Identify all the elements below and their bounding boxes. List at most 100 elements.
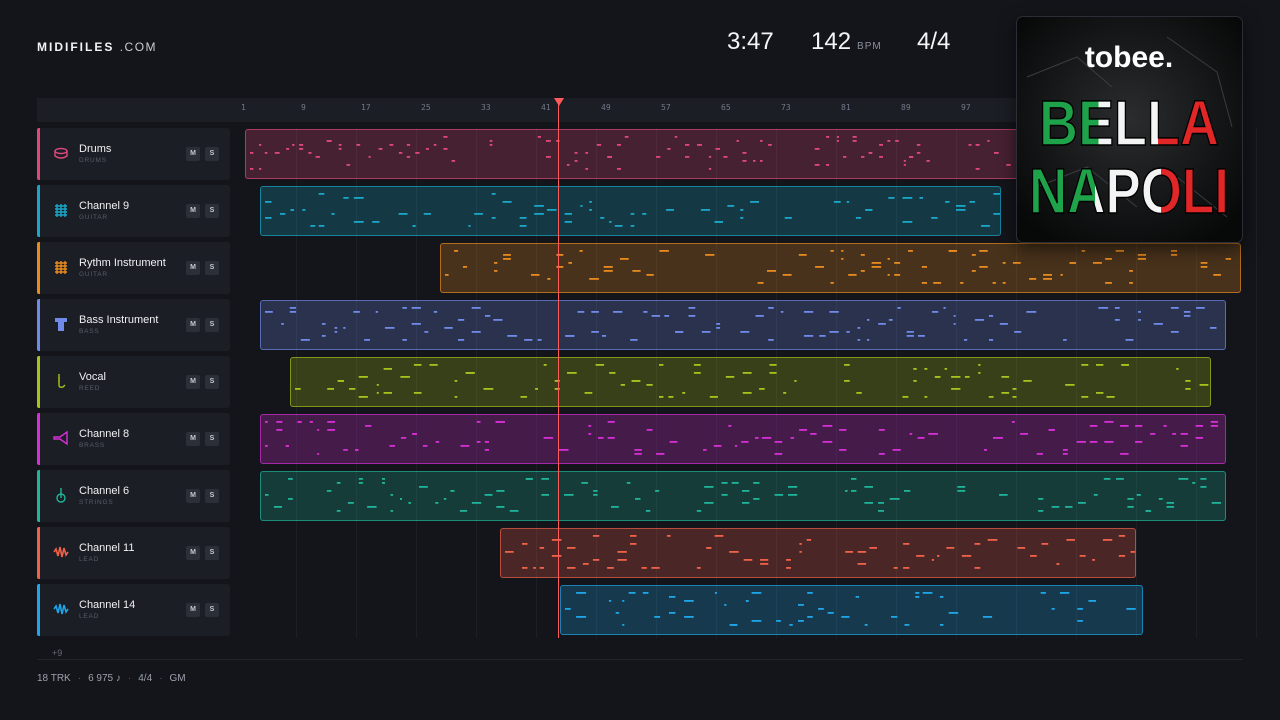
clip-notes — [505, 535, 1135, 569]
midi-clip[interactable] — [260, 471, 1226, 521]
track-header[interactable]: Rythm Instrument GUITAR M S — [37, 242, 230, 294]
footer-meter: 4/4 — [138, 673, 153, 684]
grid-line — [1256, 128, 1257, 638]
track-color-stripe — [37, 470, 40, 522]
solo-button[interactable]: S — [205, 603, 219, 617]
midi-clip[interactable] — [500, 528, 1136, 578]
track-color-stripe — [37, 584, 40, 636]
track-header[interactable]: Channel 8 BRASS M S — [37, 413, 230, 465]
brass-icon — [53, 430, 69, 446]
midi-clip[interactable] — [560, 585, 1143, 635]
clip-notes — [445, 250, 1231, 284]
album-cover: tobee. BELLA NAPOLI — [1017, 17, 1242, 242]
track-instrument-type: LEAD — [79, 613, 100, 620]
ruler-tick: 49 — [601, 103, 611, 112]
ruler-tick: 81 — [841, 103, 851, 112]
guitar-icon — [53, 259, 69, 275]
midi-clip[interactable] — [260, 300, 1226, 350]
midi-mode: GM — [169, 673, 186, 684]
track-header[interactable]: Channel 6 STRINGS M S — [37, 470, 230, 522]
clip-notes — [265, 307, 1217, 341]
track-name: Bass Instrument — [79, 314, 159, 326]
cover-artist: tobee. — [1085, 41, 1173, 74]
track-instrument-type: REED — [79, 385, 101, 392]
track-instrument-type: GUITAR — [79, 271, 108, 278]
midi-clip[interactable] — [440, 243, 1241, 293]
track-name: Channel 8 — [79, 428, 130, 440]
ruler-tick: 97 — [961, 103, 971, 112]
clip-notes — [295, 364, 1209, 398]
tempo-display: 142 BPM — [811, 28, 882, 56]
track-header[interactable]: Drums DRUMS M S — [37, 128, 230, 180]
more-tracks-indicator[interactable]: +9 — [52, 648, 62, 658]
track-header[interactable]: Channel 9 GUITAR M S — [37, 185, 230, 237]
mute-button[interactable]: M — [186, 603, 200, 617]
track-header[interactable]: Vocal REED M S — [37, 356, 230, 408]
solo-button[interactable]: S — [205, 318, 219, 332]
time-signature: 4/4 — [917, 28, 951, 55]
track-header[interactable]: Channel 11 LEAD M S — [37, 527, 230, 579]
track-instrument-type: STRINGS — [79, 499, 114, 506]
ruler-tick: 9 — [301, 103, 306, 112]
solo-button[interactable]: S — [205, 546, 219, 560]
midi-clip[interactable] — [260, 186, 1001, 236]
waveform-icon — [53, 544, 69, 560]
track-name: Rythm Instrument — [79, 257, 166, 269]
track-color-stripe — [37, 413, 40, 465]
solo-button[interactable]: S — [205, 147, 219, 161]
brand-suffix: .COM — [119, 40, 158, 54]
track-name: Channel 11 — [79, 542, 135, 554]
track-name: Channel 6 — [79, 485, 130, 497]
track-header[interactable]: Bass Instrument BASS M S — [37, 299, 230, 351]
track-color-stripe — [37, 356, 40, 408]
track-count: 18 TRK — [37, 673, 71, 684]
waveform-icon — [53, 601, 69, 617]
solo-button[interactable]: S — [205, 204, 219, 218]
ruler-tick: 73 — [781, 103, 791, 112]
track-instrument-type: DRUMS — [79, 157, 107, 164]
clip-notes — [265, 193, 1000, 227]
mute-button[interactable]: M — [186, 489, 200, 503]
solo-button[interactable]: S — [205, 489, 219, 503]
ruler-tick: 89 — [901, 103, 911, 112]
ruler-tick: 33 — [481, 103, 491, 112]
mute-button[interactable]: M — [186, 204, 200, 218]
track-instrument-type: BRASS — [79, 442, 106, 449]
ruler-tick: 25 — [421, 103, 431, 112]
tempo-unit: BPM — [857, 41, 882, 52]
clip-notes — [565, 592, 1136, 626]
solo-button[interactable]: S — [205, 432, 219, 446]
mute-button[interactable]: M — [186, 546, 200, 560]
midi-clip[interactable] — [260, 414, 1226, 464]
mute-button[interactable]: M — [186, 147, 200, 161]
solo-button[interactable]: S — [205, 375, 219, 389]
mute-button[interactable]: M — [186, 261, 200, 275]
footer-divider — [37, 659, 1243, 660]
track-color-stripe — [37, 128, 40, 180]
mute-button[interactable]: M — [186, 375, 200, 389]
track-name: Drums — [79, 143, 112, 155]
ruler-tick: 65 — [721, 103, 731, 112]
ruler-tick: 57 — [661, 103, 671, 112]
track-name: Channel 9 — [79, 200, 130, 212]
track-header[interactable]: Channel 14 LEAD M S — [37, 584, 230, 636]
bar-ruler[interactable]: 1 9 17 25 33 41 49 57 65 73 81 89 97 — [37, 98, 1017, 122]
reed-icon — [53, 373, 69, 389]
midi-clip[interactable] — [290, 357, 1211, 407]
track-name: Vocal — [79, 371, 106, 383]
cover-title-line2: NAPOLI — [1029, 155, 1229, 227]
clip-notes — [265, 478, 1221, 512]
mute-button[interactable]: M — [186, 318, 200, 332]
bass-icon — [53, 316, 69, 332]
track-color-stripe — [37, 185, 40, 237]
track-color-stripe — [37, 242, 40, 294]
mute-button[interactable]: M — [186, 432, 200, 446]
solo-button[interactable]: S — [205, 261, 219, 275]
playhead-handle[interactable] — [554, 98, 564, 106]
brand-logo: MIDIFILES .COM — [37, 40, 157, 54]
footer-stats: 18 TRK · 6 975 ♪ · 4/4 · GM — [37, 673, 186, 684]
track-color-stripe — [37, 299, 40, 351]
playhead[interactable] — [558, 102, 559, 638]
track-instrument-type: GUITAR — [79, 214, 108, 221]
ruler-tick: 41 — [541, 103, 551, 112]
